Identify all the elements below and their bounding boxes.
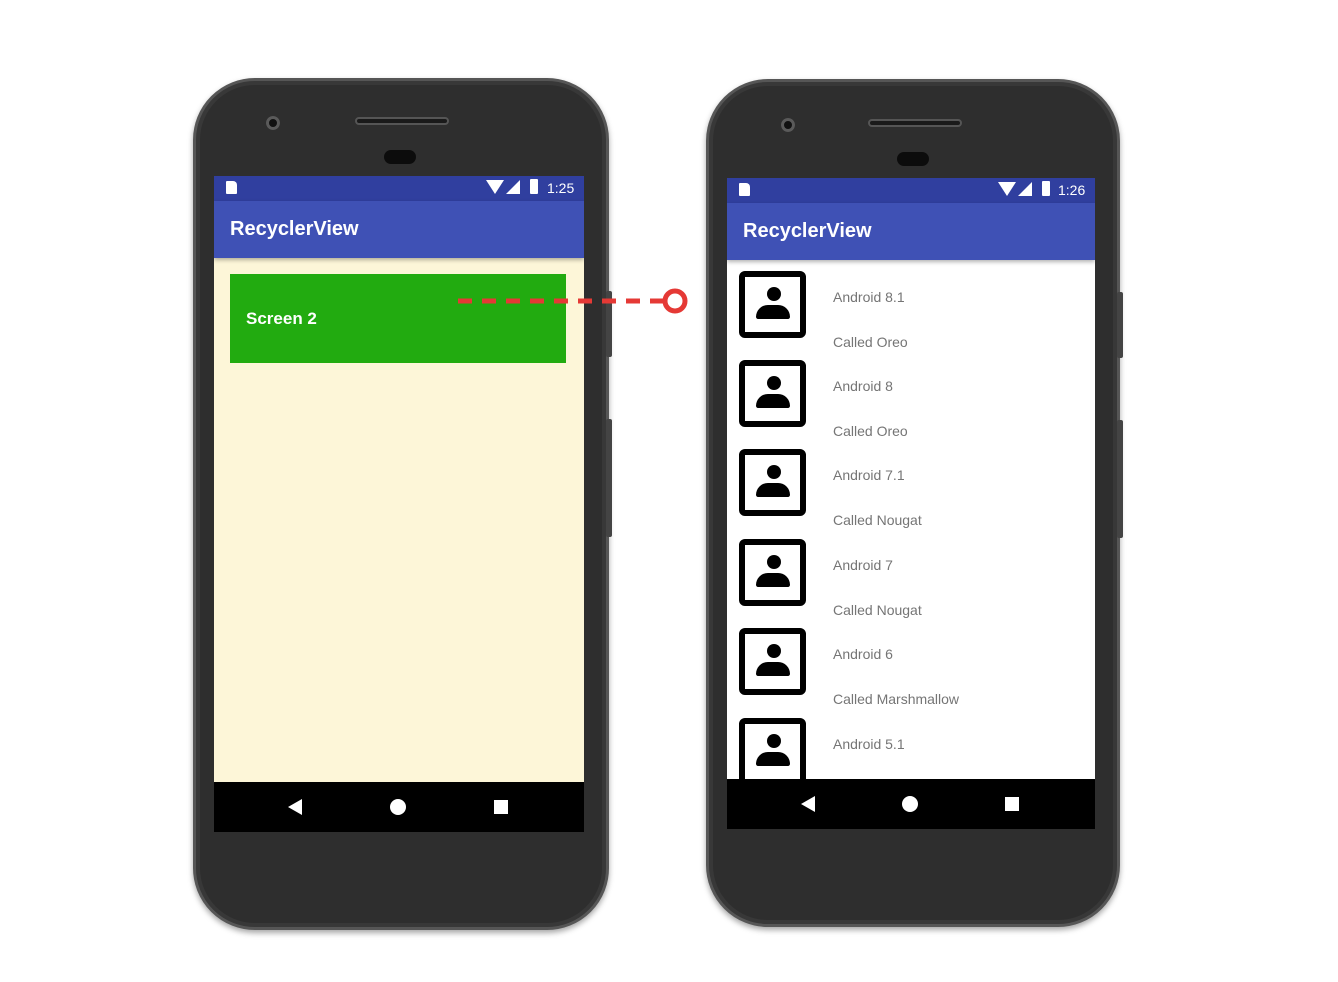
app-bar: RecyclerView [727,203,1095,260]
app-bar: RecyclerView [214,201,584,258]
transition-connector [458,288,688,316]
connector-endpoint-icon [662,288,688,314]
app-title: RecyclerView [230,218,359,240]
app-title: RecyclerView [743,220,872,242]
